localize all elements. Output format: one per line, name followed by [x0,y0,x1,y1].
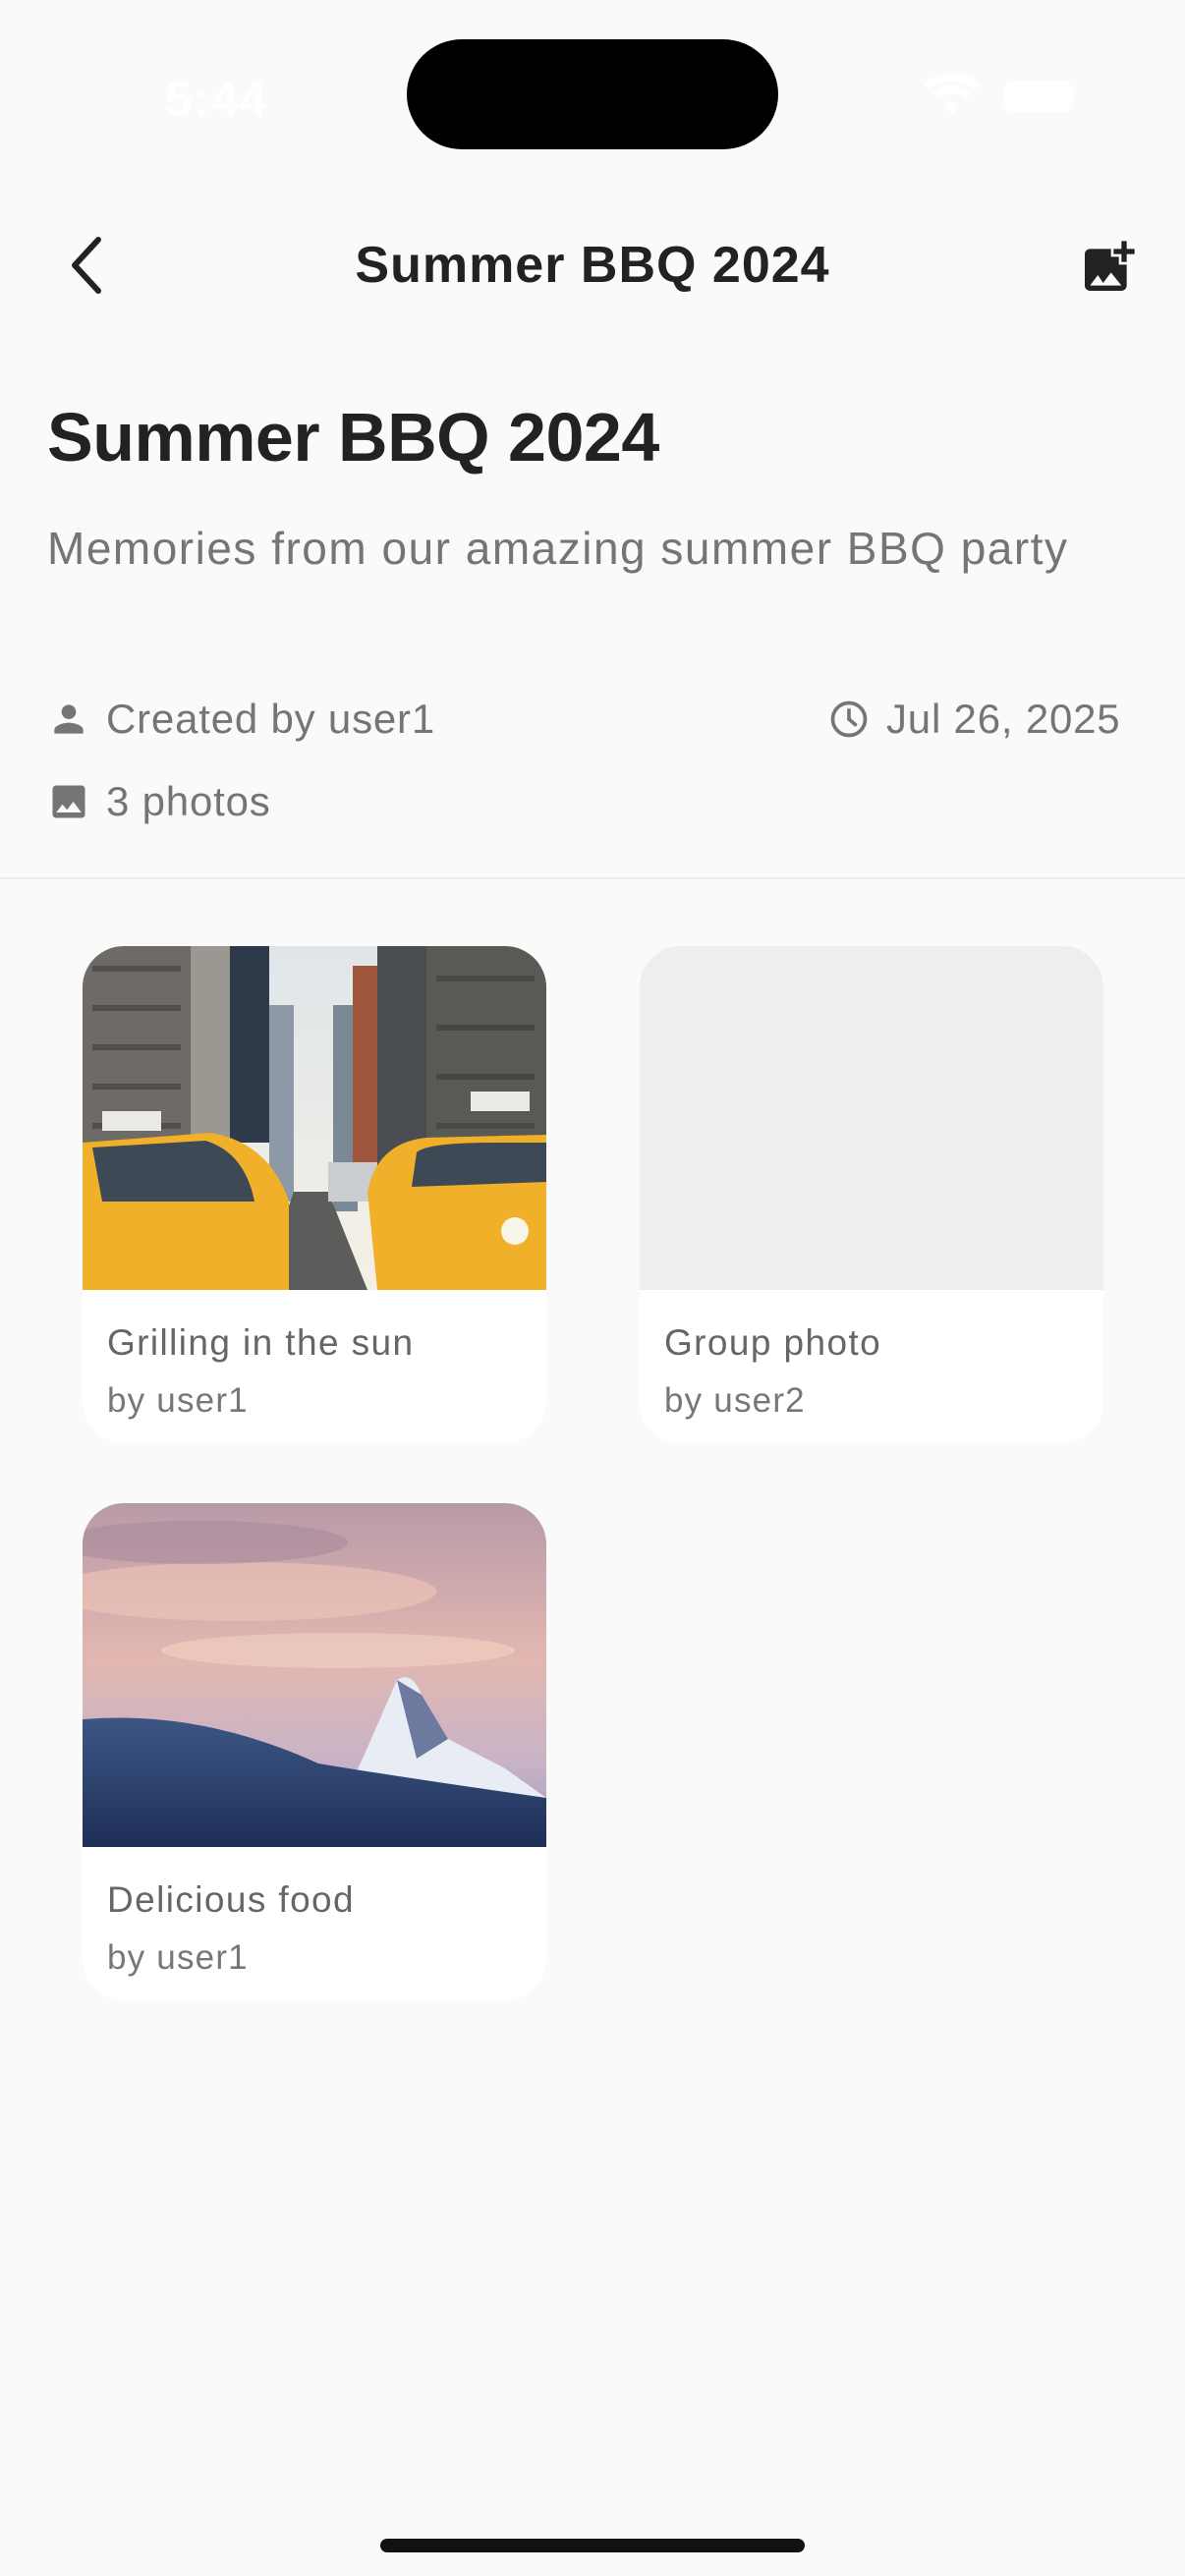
photo-thumbnail-taxis [83,946,546,1290]
photo-author: by user1 [107,1381,249,1420]
album-date: Jul 26, 2025 [827,696,1120,743]
album-title: Summer BBQ 2024 [47,399,659,476]
photo-caption: Grilling in the sun [107,1322,415,1363]
album-creator: Created by user1 [47,696,435,743]
app-header: Summer BBQ 2024 [0,196,1185,334]
status-time: 5:44 [165,72,268,127]
album-detail-screen: 5:44 Summer BBQ 2024 Summer BBQ 2024 Mem… [0,0,1185,2576]
photo-caption: Delicious food [107,1879,356,1920]
dynamic-island [407,39,778,149]
photo-caption: Group photo [664,1322,882,1363]
photo-card[interactable]: Group photo by user2 [640,946,1103,1443]
photo-author: by user1 [107,1938,249,1977]
photo-count-text: 3 photos [106,778,271,824]
add-photo-button[interactable] [1073,232,1144,303]
image-icon [52,785,85,818]
photo-thumbnail-placeholder [640,946,1103,1290]
home-indicator[interactable] [380,2539,805,2552]
photo-card[interactable]: Delicious food by user1 [83,1503,546,2000]
photo-author: by user2 [664,1381,806,1420]
album-description: Memories from our amazing summer BBQ par… [47,523,1069,574]
clock-icon [830,700,868,738]
creator-text: Created by user1 [106,696,435,742]
photo-thumbnail-mountain [83,1503,546,1847]
album-photo-count: 3 photos [47,778,271,825]
date-text: Jul 26, 2025 [886,696,1121,742]
add-photo-icon [1085,241,1135,291]
photo-card[interactable]: Grilling in the sun by user1 [83,946,546,1443]
person-icon [54,704,84,734]
wifi-icon [924,75,981,114]
status-bar: 5:44 [0,0,1185,187]
header-title: Summer BBQ 2024 [355,237,830,294]
divider [0,877,1185,879]
battery-icon [1004,81,1073,112]
